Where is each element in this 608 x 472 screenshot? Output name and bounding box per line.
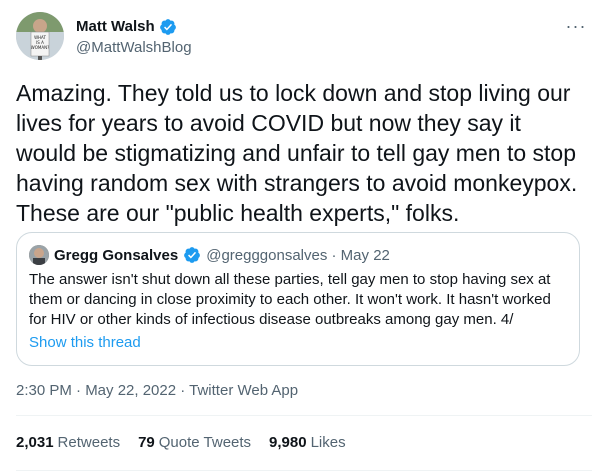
divider bbox=[16, 415, 592, 416]
display-name-row: Matt Walsh bbox=[76, 17, 192, 37]
quoted-handle-date: @gregggonsalves · May 22 bbox=[206, 246, 390, 264]
verified-badge-icon bbox=[159, 18, 177, 36]
retweets-count: 2,031 bbox=[16, 434, 54, 451]
tweet-timestamp-source[interactable]: 2:30 PM · May 22, 2022 · Twitter Web App bbox=[16, 382, 298, 399]
likes-label: Likes bbox=[310, 434, 346, 451]
show-thread-link[interactable]: Show this thread bbox=[29, 334, 141, 351]
divider bbox=[16, 470, 592, 471]
author-avatar[interactable]: WHAT IS A WOMAN? bbox=[16, 12, 64, 60]
retweets-stat[interactable]: 2,031 Retweets bbox=[16, 434, 120, 451]
quoted-author-avatar bbox=[29, 245, 49, 265]
quote-tweets-stat[interactable]: 79 Quote Tweets bbox=[138, 434, 251, 451]
verified-badge-icon bbox=[183, 246, 201, 264]
quote-tweets-count: 79 bbox=[138, 434, 155, 451]
quoted-tweet-text: The answer isn't shut down all these par… bbox=[29, 271, 551, 328]
more-horizontal-icon[interactable]: ··· bbox=[564, 17, 588, 38]
author-display-name[interactable]: Matt Walsh bbox=[76, 17, 155, 37]
quote-tweets-label: Quote Tweets bbox=[158, 434, 252, 451]
engagement-stats: 2,031 Retweets 79 Quote Tweets 9,980 Lik… bbox=[16, 434, 346, 451]
quoted-tweet-header: Gregg Gonsalves @gregggonsalves · May 22 bbox=[29, 245, 390, 265]
tweet-text: Amazing. They told us to lock down and s… bbox=[16, 80, 578, 226]
tweet-header: WHAT IS A WOMAN? Matt Walsh @MattWalshBl… bbox=[16, 12, 592, 62]
author-names: Matt Walsh @MattWalshBlog bbox=[76, 17, 192, 58]
svg-text:WOMAN?: WOMAN? bbox=[31, 45, 49, 50]
retweets-label: Retweets bbox=[57, 434, 121, 451]
quoted-tweet[interactable]: Gregg Gonsalves @gregggonsalves · May 22… bbox=[16, 232, 580, 366]
likes-count: 9,980 bbox=[269, 434, 307, 451]
author-handle[interactable]: @MattWalshBlog bbox=[76, 38, 192, 58]
likes-stat[interactable]: 9,980 Likes bbox=[269, 434, 346, 451]
quoted-author-name: Gregg Gonsalves bbox=[54, 246, 179, 264]
